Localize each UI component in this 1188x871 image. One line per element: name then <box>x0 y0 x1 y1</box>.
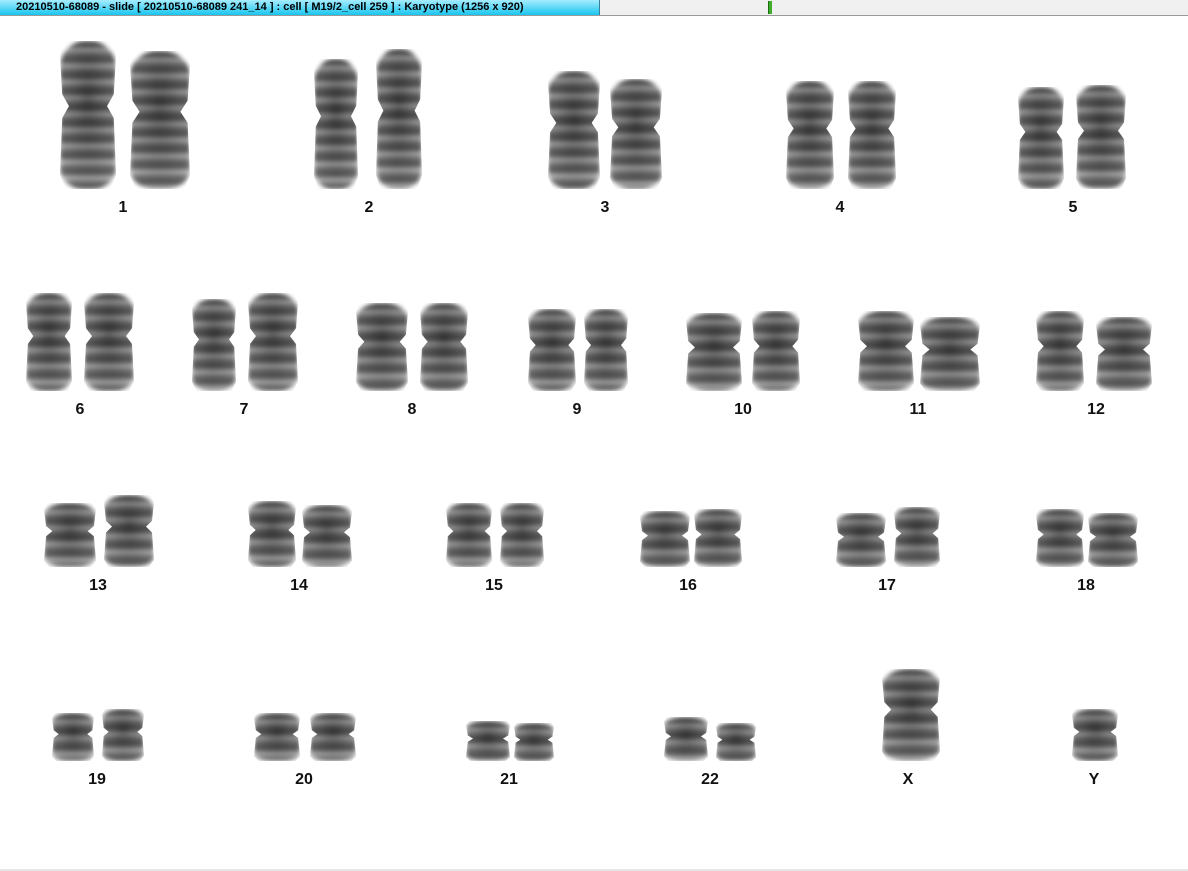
chromosome-image[interactable] <box>248 293 298 391</box>
chromosome-pair-label: 2 <box>364 199 374 216</box>
chromosome-pair-label: 21 <box>500 771 518 788</box>
chromosome-image[interactable] <box>302 505 352 567</box>
chromosome-image[interactable] <box>1036 509 1084 567</box>
chromosome-pair-label: 17 <box>878 577 896 594</box>
chromosome-pair-label: 22 <box>701 771 719 788</box>
chromosome-image[interactable] <box>920 317 980 391</box>
chromosome-pair-label: 6 <box>75 401 85 418</box>
chromosome-image[interactable] <box>130 51 190 189</box>
chromosome-image[interactable] <box>836 513 886 567</box>
chromosome-image[interactable] <box>52 713 94 761</box>
window-title: 20210510-68089 - slide [ 20210510-68089 … <box>16 1 524 13</box>
chromosome-image[interactable] <box>1036 311 1084 391</box>
chromosome-image[interactable] <box>694 509 742 567</box>
chromosome-image[interactable] <box>848 81 896 189</box>
chromosome-image[interactable] <box>1018 87 1064 189</box>
chromosome-pair-label: 4 <box>835 199 845 216</box>
chromosome-image[interactable] <box>664 717 708 761</box>
chromosome-image[interactable] <box>104 495 154 567</box>
chromosome-pair-label: 14 <box>290 577 308 594</box>
chromosome-image[interactable] <box>584 309 628 391</box>
chromosome-image[interactable] <box>376 49 422 189</box>
chromosome-image[interactable] <box>716 723 756 761</box>
chromosome-image[interactable] <box>548 71 600 189</box>
chromosome-pair-label: 12 <box>1087 401 1105 418</box>
chromosome-image[interactable] <box>192 299 236 391</box>
chromosome-image[interactable] <box>1088 513 1138 567</box>
chromosome-image[interactable] <box>60 41 116 189</box>
chromosome-image[interactable] <box>786 81 834 189</box>
chromosome-image[interactable] <box>1072 709 1118 761</box>
chromosome-image[interactable] <box>640 511 690 567</box>
chromosome-pair-label: 3 <box>600 199 610 216</box>
chromosome-pair-label: 7 <box>239 401 249 418</box>
chromosome-pair-label: 1 <box>118 199 128 216</box>
progress-marker <box>768 1 772 14</box>
chromosome-image[interactable] <box>894 507 940 567</box>
chromosome-image[interactable] <box>314 59 358 189</box>
chromosome-image[interactable] <box>1076 85 1126 189</box>
window-title-tab[interactable]: 20210510-68089 - slide [ 20210510-68089 … <box>0 0 600 15</box>
chromosome-pair-label: 8 <box>407 401 417 418</box>
chromosome-pair-label: 5 <box>1068 199 1078 216</box>
chromosome-image[interactable] <box>752 311 800 391</box>
chromosome-pair-label: 19 <box>88 771 106 788</box>
chromosome-pair-label: 20 <box>295 771 313 788</box>
chromosome-image[interactable] <box>254 713 300 761</box>
chromosome-pair-label: X <box>902 771 914 788</box>
chromosome-image[interactable] <box>514 723 554 761</box>
title-bar: 20210510-68089 - slide [ 20210510-68089 … <box>0 0 1188 16</box>
chromosome-image[interactable] <box>356 303 408 391</box>
chromosome-image[interactable] <box>466 721 510 761</box>
chromosome-image[interactable] <box>44 503 96 567</box>
chromosome-image[interactable] <box>882 669 940 761</box>
chromosome-image[interactable] <box>84 293 134 391</box>
chromosome-image[interactable] <box>528 309 576 391</box>
chromosome-pair-label: Y <box>1088 771 1100 788</box>
chromosome-pair-label: 10 <box>734 401 752 418</box>
chromosome-image[interactable] <box>26 293 72 391</box>
chromosome-pair-label: 15 <box>485 577 503 594</box>
karyotype-canvas: 1 2 3 4 5 6 7 8 9 10 11 12 13 14 15 16 17 18 19 20 21 22 X Y <box>0 17 1188 869</box>
chromosome-image[interactable] <box>102 709 144 761</box>
chromosome-image[interactable] <box>610 79 662 189</box>
chromosome-image[interactable] <box>248 501 296 567</box>
chromosome-image[interactable] <box>858 311 914 391</box>
chromosome-pair-label: 16 <box>679 577 697 594</box>
chromosome-image[interactable] <box>686 313 742 391</box>
chromosome-pair-label: 11 <box>909 401 927 418</box>
chromosome-image[interactable] <box>500 503 544 567</box>
chromosome-pair-label: 18 <box>1077 577 1095 594</box>
chromosome-pair-label: 13 <box>89 577 107 594</box>
chromosome-image[interactable] <box>420 303 468 391</box>
chromosome-image[interactable] <box>1096 317 1152 391</box>
chromosome-image[interactable] <box>446 503 492 567</box>
chromosome-image[interactable] <box>310 713 356 761</box>
chromosome-pair-label: 9 <box>572 401 582 418</box>
